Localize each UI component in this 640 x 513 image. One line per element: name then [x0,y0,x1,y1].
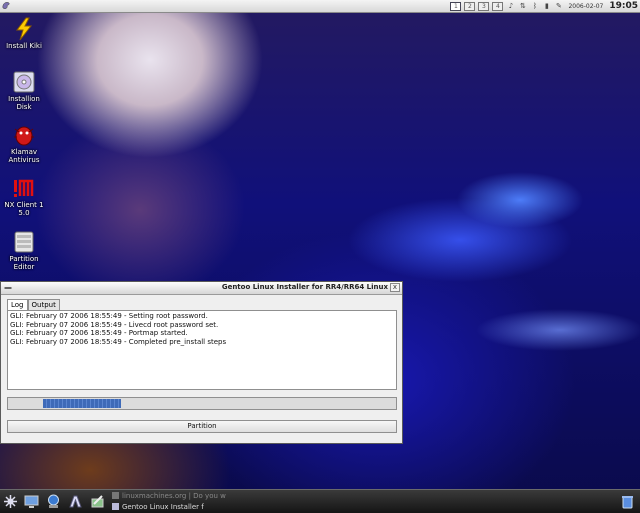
window-title: Gentoo Linux Installer for RR4/RR64 Linu… [221,283,388,291]
log-view[interactable]: GLI: February 07 2006 18:55:49 - Setting… [7,310,397,390]
log-line: GLI: February 07 2006 18:55:49 - Livecd … [10,320,219,329]
log-line: GLI: February 07 2006 18:55:49 - Setting… [10,312,208,320]
lightning-icon [11,17,37,41]
installer-window: Gentoo Linux Installer for RR4/RR64 Linu… [0,281,403,444]
desktop-icon-klamav[interactable]: Klamav Antivirus [0,123,48,164]
task-installer[interactable]: Gentoo Linux Installer f [112,502,322,512]
desktop-icon-label: Antivirus [8,156,40,164]
install-progress-bar [7,397,397,410]
tab-log[interactable]: Log [7,299,28,310]
system-tray: 1 2 3 4 ♪ ⇅ ᛒ ▮ ✎ 2006-02-07 19:05 [450,0,640,12]
clipboard-icon[interactable]: ✎ [554,2,563,11]
tab-bar: Log Output [7,299,60,310]
drive-icon [11,230,37,254]
battery-icon[interactable]: ▮ [542,2,551,11]
desktop-icon-nx-client[interactable]: NX Client 1 5.0 [0,176,48,217]
clock[interactable]: 19:05 [609,1,638,11]
desktop-icon-label: Partition [9,255,39,263]
gentoo-swirl-icon[interactable] [0,0,12,12]
desktop-icon-installation-disk[interactable]: Installion Disk [0,70,48,111]
desktop-icon-label: Install Kiki [6,42,42,50]
network-globe-icon[interactable] [46,494,61,509]
desktop-icon-label: Disk [16,103,32,111]
window-close-button[interactable]: x [390,283,400,292]
desktop-icon-label: NX Client 1 [4,201,44,209]
nx-icon [11,176,37,200]
kmenu-icon[interactable] [3,494,18,509]
pager-desktop-1[interactable]: 1 [450,1,462,11]
trash-icon[interactable] [620,494,635,509]
installer-task-icon [112,503,119,510]
task-browser[interactable]: linuxmachines.org | Do you w [112,491,322,501]
volume-icon[interactable]: ♪ [506,2,515,11]
bug-icon [11,123,37,147]
progress-fill [43,399,121,408]
partition-button[interactable]: Partition [7,420,397,433]
window-menu-icon[interactable] [3,283,13,293]
pager-desktop-4[interactable]: 4 [492,1,504,11]
date-display: 2006-02-07 [568,2,604,10]
task-label: linuxmachines.org | Do you w [122,492,226,500]
network-icon[interactable]: ⇅ [518,2,527,11]
pager-desktop-2[interactable]: 2 [464,1,476,11]
window-titlebar[interactable]: Gentoo Linux Installer for RR4/RR64 Linu… [1,282,402,295]
editor-icon[interactable] [90,494,105,509]
log-line: GLI: February 07 2006 18:55:49 - Complet… [10,337,227,346]
desktop-icon-partition-editor[interactable]: Partition Editor [0,230,48,271]
desktop-icon-label: Editor [13,263,35,271]
desktop-icon-label: Klamav [10,148,38,156]
tab-output[interactable]: Output [27,299,60,310]
top-panel: 1 2 3 4 ♪ ⇅ ᛒ ▮ ✎ 2006-02-07 19:05 [0,0,640,13]
cdrom-icon [11,70,37,94]
desktop-icon[interactable] [24,494,39,509]
pager-desktop-3[interactable]: 3 [478,1,490,11]
desktop-icon-label: 5.0 [18,209,30,217]
log-line: GLI: February 07 2006 18:55:49 - Portmap… [10,329,188,337]
taskbar: linuxmachines.org | Do you w Gentoo Linu… [0,489,640,513]
desktop-icon-label: Installion [8,95,40,103]
browser-task-icon [112,492,119,499]
task-label: Gentoo Linux Installer f [122,503,204,511]
browser-icon[interactable] [68,494,83,509]
desktop-icon-install-kiki[interactable]: Install Kiki [0,17,48,50]
bluetooth-icon[interactable]: ᛒ [530,2,539,11]
